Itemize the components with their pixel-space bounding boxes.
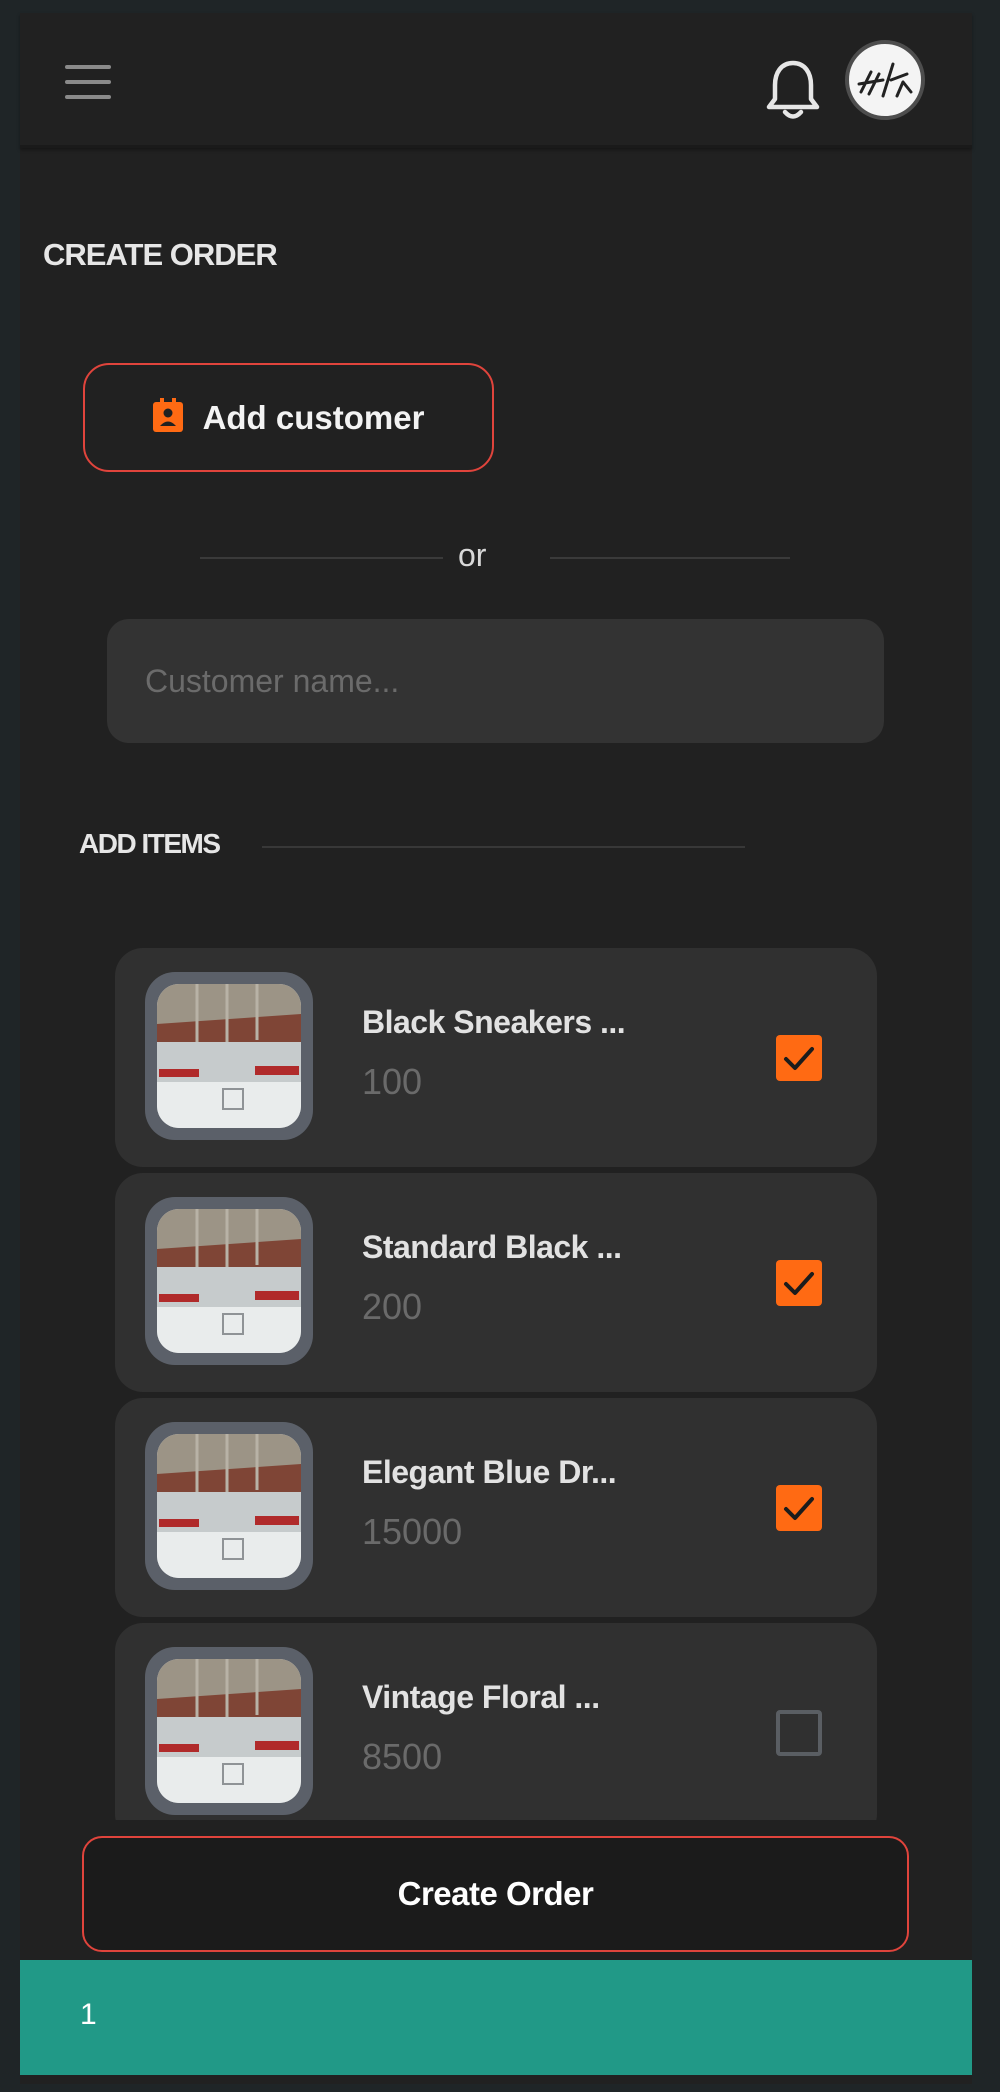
- create-order-button[interactable]: Create Order: [82, 1836, 909, 1952]
- item-price: 100: [362, 1061, 423, 1102]
- top-bar: [20, 13, 972, 148]
- item-thumbnail: [145, 1197, 313, 1365]
- app-shell: CREATE ORDER Add customer or ADD ITEMS: [20, 13, 972, 2084]
- item-name: Vintage Floral ...: [362, 1679, 600, 1715]
- customer-name-input[interactable]: [107, 619, 884, 743]
- divider-line-right: [550, 557, 790, 559]
- items-list[interactable]: Black Sneakers ... 100 Standard Black ..…: [20, 933, 972, 1820]
- footer-status-bar: 1: [20, 1960, 972, 2075]
- or-divider: or: [200, 533, 810, 583]
- item-name: Standard Black ...: [362, 1229, 622, 1265]
- list-item[interactable]: Standard Black ... 200: [115, 1173, 877, 1392]
- item-thumbnail: [145, 1647, 313, 1815]
- user-avatar[interactable]: [845, 40, 925, 120]
- list-item[interactable]: Elegant Blue Dr... 15000: [115, 1398, 877, 1617]
- item-thumbnail: [145, 972, 313, 1140]
- item-price: 8500: [362, 1736, 443, 1777]
- item-name: Black Sneakers ...: [362, 1004, 626, 1040]
- item-name: Elegant Blue Dr...: [362, 1454, 617, 1490]
- contact-card-icon: [152, 398, 183, 437]
- section-title: ADD ITEMS: [79, 828, 221, 859]
- add-customer-button[interactable]: Add customer: [83, 363, 494, 472]
- divider-line-left: [200, 557, 443, 559]
- page-title: CREATE ORDER: [43, 237, 278, 272]
- item-price: 15000: [362, 1511, 463, 1552]
- hamburger-menu-icon[interactable]: [65, 65, 111, 99]
- item-checkbox[interactable]: [776, 1260, 822, 1306]
- section-divider-line: [262, 846, 745, 848]
- list-item[interactable]: Vintage Floral ... 8500: [115, 1623, 877, 1820]
- add-customer-label: Add customer: [202, 398, 425, 436]
- item-price: 200: [362, 1286, 423, 1327]
- or-text: or: [458, 537, 487, 573]
- footer-text: 1: [80, 1998, 97, 2031]
- add-items-header: ADD ITEMS: [79, 822, 779, 866]
- item-thumbnail: [145, 1422, 313, 1590]
- bell-icon[interactable]: [764, 57, 822, 127]
- list-item[interactable]: Black Sneakers ... 100: [115, 948, 877, 1167]
- item-checkbox[interactable]: [776, 1485, 822, 1531]
- item-checkbox[interactable]: [776, 1710, 822, 1756]
- item-checkbox[interactable]: [776, 1035, 822, 1081]
